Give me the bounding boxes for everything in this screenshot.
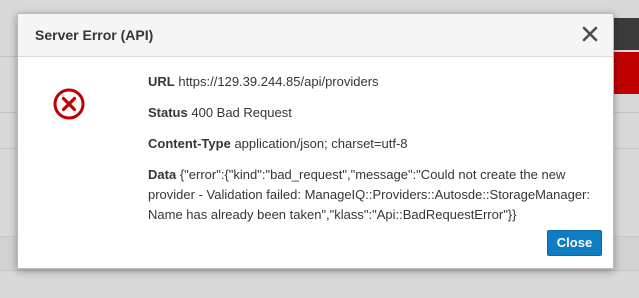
status-row: Status 400 Bad Request [148, 103, 598, 123]
close-icon[interactable] [579, 23, 601, 45]
data-label: Data [148, 167, 177, 182]
background-header-bar [613, 18, 639, 50]
content-type-value: application/json; charset=utf-8 [234, 136, 408, 151]
content-type-row: Content-Type application/json; charset=u… [148, 134, 598, 154]
modal-header: Server Error (API) [18, 14, 613, 57]
data-row: Data {"error":{"kind":"bad_request","mes… [148, 165, 598, 225]
url-label: URL [148, 74, 175, 89]
data-value: {"error":{"kind":"bad_request","message"… [148, 167, 590, 222]
background-alert-bar [613, 52, 639, 94]
modal-title: Server Error (API) [35, 27, 154, 43]
url-value: https://129.39.244.85/api/providers [178, 74, 379, 89]
content-type-label: Content-Type [148, 136, 231, 151]
url-row: URL https://129.39.244.85/api/providers [148, 72, 598, 92]
close-button[interactable]: Close [547, 230, 602, 256]
error-details: URL https://129.39.244.85/api/providers … [148, 72, 598, 225]
status-label: Status [148, 105, 188, 120]
status-value: 400 Bad Request [191, 105, 292, 120]
server-error-modal: Server Error (API) URL https://129.39.24… [17, 13, 614, 269]
error-circle-icon [52, 87, 86, 121]
background-divider [0, 270, 639, 271]
